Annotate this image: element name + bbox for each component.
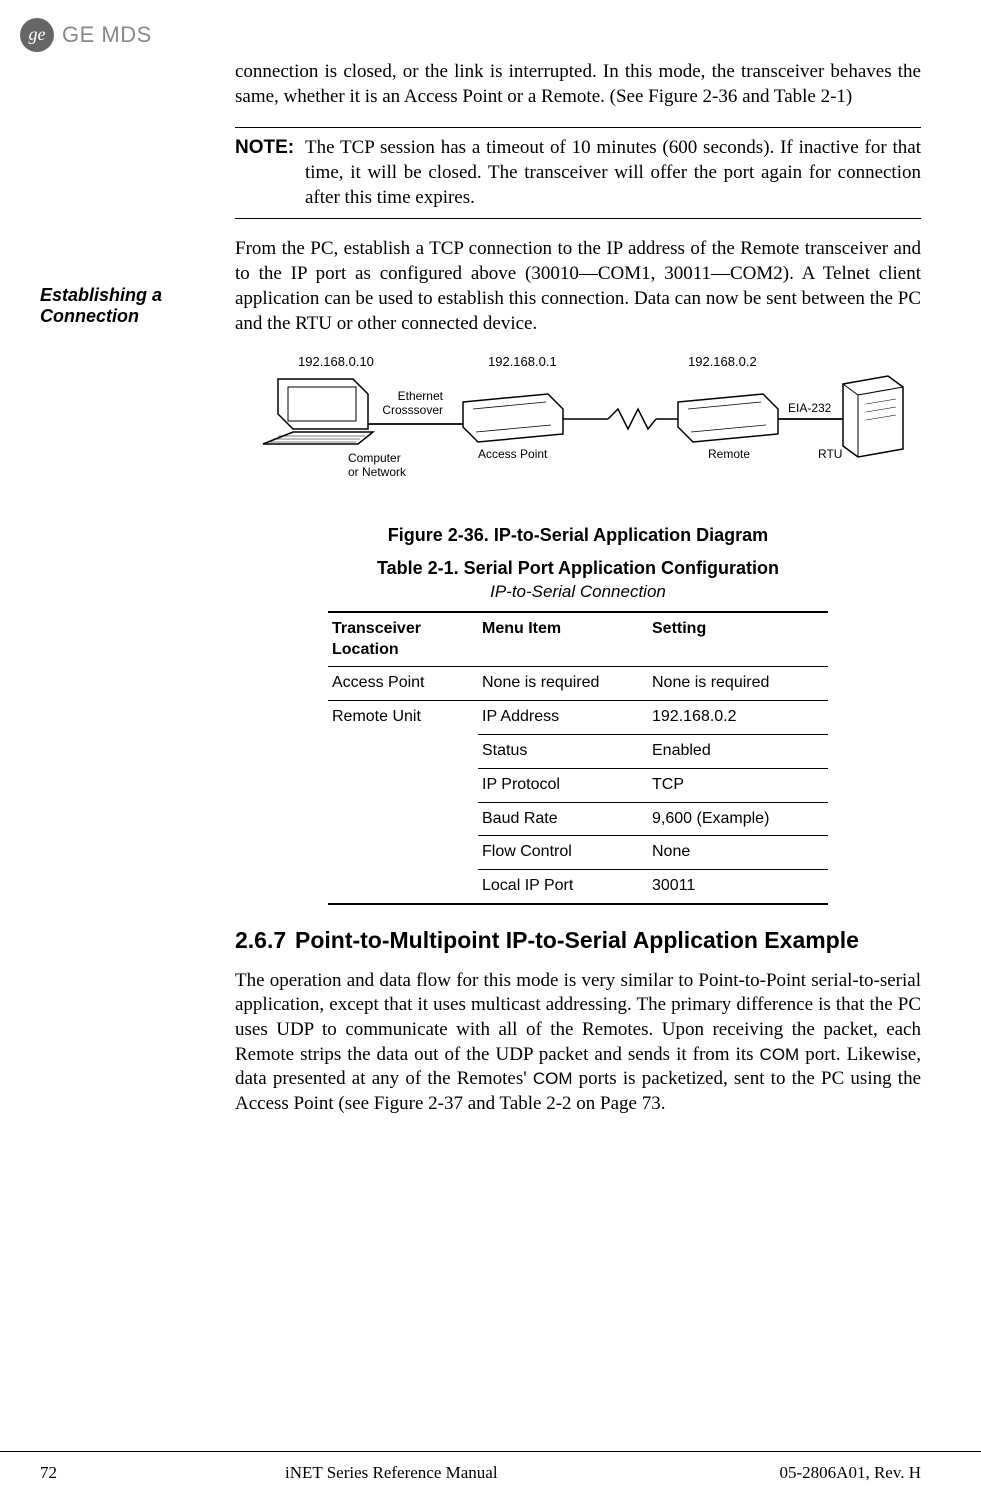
cell: 9,600 (Example) [648,802,828,836]
footer: 72 iNET Series Reference Manual 05-2806A… [0,1451,981,1484]
com-port-text: COM [533,1069,573,1088]
computer-label-l1: Computer [348,451,401,465]
access-point-icon [463,394,563,442]
cell: IP Protocol [478,768,648,802]
figure-caption: Figure 2-36. IP-to-Serial Application Di… [235,524,921,547]
establishing-paragraph: From the PC, establish a TCP connection … [235,237,921,336]
ip-remote-text: 192.168.0.2 [688,354,757,369]
crossover-label-l2: Crosssover [382,403,443,417]
cell: None [648,836,828,870]
cell [328,870,478,904]
ip-pc-text: 192.168.0.10 [298,354,374,369]
note-block: NOTE: The TCP session has a timeout of 1… [235,127,921,219]
brand-text: GE MDS [62,21,152,50]
section-paragraph: The operation and data flow for this mod… [235,969,921,1117]
table-row: Baud Rate 9,600 (Example) [328,802,828,836]
table-row: Flow Control None [328,836,828,870]
cell: None is required [478,667,648,701]
cell: Baud Rate [478,802,648,836]
ap-label: Access Point [478,447,548,461]
cell: 192.168.0.2 [648,701,828,735]
cell [328,802,478,836]
table-title: Table 2-1. Serial Port Application Confi… [235,557,921,580]
cell: Status [478,734,648,768]
cell: Local IP Port [478,870,648,904]
crossover-label-l1: Ethernet [398,389,444,403]
table-row: IP Protocol TCP [328,768,828,802]
cell [328,768,478,802]
manual-title: iNET Series Reference Manual [235,1462,780,1484]
cell: Enabled [648,734,828,768]
cell: Flow Control [478,836,648,870]
computer-label-l2: or Network [348,465,407,479]
rtu-label: RTU [818,447,842,461]
header: ge GE MDS [0,0,981,60]
cell: None is required [648,667,828,701]
section-title: Point-to-Multipoint IP-to-Serial Applica… [295,927,859,955]
cell: Remote Unit [328,701,478,735]
figure-diagram: 192.168.0.10 192.168.0.1 192.168.0.2 Com… [235,354,921,512]
doc-number: 05-2806A01, Rev. H [780,1462,922,1484]
laptop-icon [263,379,373,444]
radio-link-icon [563,409,678,429]
note-label: NOTE: [235,136,305,210]
remote-device-icon [678,394,778,442]
ip-to-serial-diagram-icon: 192.168.0.10 192.168.0.1 192.168.0.2 Com… [235,354,921,504]
cell: Access Point [328,667,478,701]
note-text: The TCP session has a timeout of 10 minu… [305,136,921,210]
section-heading: 2.6.7 Point-to-Multipoint IP-to-Serial A… [235,927,921,955]
table-row: Status Enabled [328,734,828,768]
cell [328,734,478,768]
table-subtitle: IP-to-Serial Connection [235,581,921,603]
cell: 30011 [648,870,828,904]
remote-label: Remote [708,447,750,461]
eia-label: EIA-232 [788,401,832,415]
section-number: 2.6.7 [235,927,295,955]
table-row: Local IP Port 30011 [328,870,828,904]
table-header-2: Menu Item [478,612,648,667]
cell: IP Address [478,701,648,735]
cell: TCP [648,768,828,802]
table-header-1: Transceiver Location [328,612,478,667]
config-table: Transceiver Location Menu Item Setting A… [328,611,828,905]
table-row: Remote Unit IP Address 192.168.0.2 [328,701,828,735]
ge-logo-icon: ge [20,18,54,52]
rtu-icon [843,376,903,457]
ip-ap-text: 192.168.0.1 [488,354,557,369]
page-number: 72 [40,1462,235,1484]
continuation-paragraph: connection is closed, or the link is int… [235,60,921,109]
com-port-text: COM [760,1045,800,1064]
table-header-3: Setting [648,612,828,667]
cell [328,836,478,870]
margin-heading: Establishing a Connection [40,285,235,326]
table-row: Access Point None is required None is re… [328,667,828,701]
